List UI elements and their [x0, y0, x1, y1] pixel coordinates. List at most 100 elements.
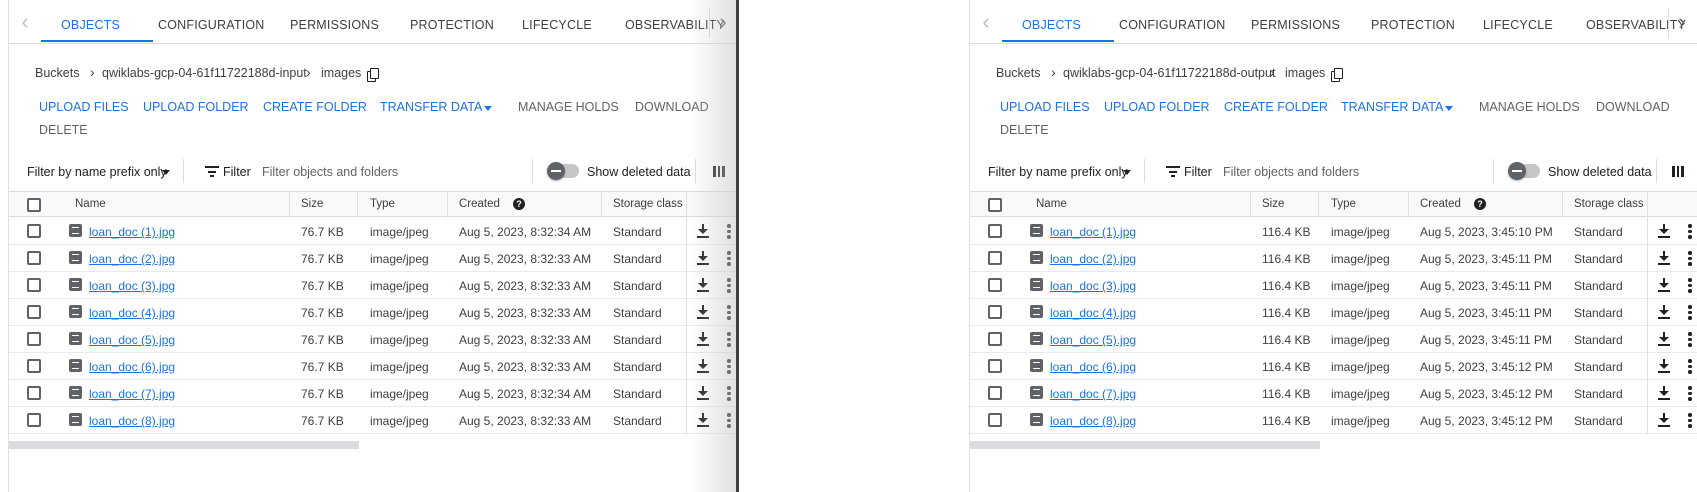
more-vert-icon[interactable] — [1688, 413, 1692, 428]
more-vert-icon[interactable] — [1688, 359, 1692, 374]
delete-button[interactable]: DELETE — [39, 123, 88, 137]
chevron-left-icon[interactable]: ‹ — [13, 11, 37, 36]
tab-protection[interactable]: PROTECTION — [410, 18, 494, 32]
row-checkbox[interactable] — [988, 413, 1002, 427]
chevron-left-icon[interactable]: ‹ — [974, 11, 998, 36]
upload-files-button[interactable]: UPLOAD FILES — [1000, 100, 1090, 114]
breadcrumb-bucket-link[interactable]: qwiklabs-gcp-04-61f11722188d-input — [102, 66, 307, 80]
upload-folder-button[interactable]: UPLOAD FOLDER — [1104, 100, 1210, 114]
row-checkbox[interactable] — [27, 305, 41, 319]
download-icon[interactable] — [696, 305, 710, 320]
download-icon[interactable] — [696, 224, 710, 239]
row-checkbox[interactable] — [27, 251, 41, 265]
help-icon[interactable]: ? — [513, 198, 525, 210]
row-checkbox[interactable] — [988, 332, 1002, 346]
breadcrumb-bucket-link[interactable]: qwiklabs-gcp-04-61f11722188d-output — [1063, 66, 1275, 80]
table-row[interactable]: loan_doc (5).jpg 116.4 KB image/jpeg Aug 5,… — [970, 326, 1697, 353]
horizontal-scrollbar[interactable] — [970, 441, 1320, 449]
more-vert-icon[interactable] — [1688, 278, 1692, 293]
more-vert-icon[interactable] — [727, 332, 731, 347]
table-row[interactable]: loan_doc (2).jpg 76.7 KB image/jpeg Aug 5, … — [9, 245, 738, 272]
row-checkbox[interactable] — [988, 251, 1002, 265]
table-row[interactable]: loan_doc (4).jpg 116.4 KB image/jpeg Aug 5,… — [970, 299, 1697, 326]
table-row[interactable]: loan_doc (1).jpg 76.7 KB image/jpeg Aug 5, … — [9, 218, 738, 245]
download-icon[interactable] — [1657, 386, 1671, 401]
upload-folder-button[interactable]: UPLOAD FOLDER — [143, 100, 249, 114]
table-row[interactable]: loan_doc (3).jpg 76.7 KB image/jpeg Aug 5, … — [9, 272, 738, 299]
row-checkbox[interactable] — [988, 305, 1002, 319]
row-checkbox[interactable] — [988, 278, 1002, 292]
column-header-storage-class[interactable]: Storage class — [1574, 198, 1644, 210]
more-vert-icon[interactable] — [1688, 224, 1692, 239]
object-name-link[interactable]: loan_doc (7).jpg — [89, 387, 175, 401]
object-name-link[interactable]: loan_doc (3).jpg — [89, 279, 175, 293]
object-name-link[interactable]: loan_doc (8).jpg — [1050, 414, 1136, 428]
horizontal-scrollbar[interactable] — [9, 441, 359, 449]
copy-icon[interactable] — [1331, 68, 1343, 82]
column-header-name[interactable]: Name — [75, 198, 106, 210]
row-checkbox[interactable] — [27, 278, 41, 292]
chevron-right-icon[interactable]: › — [711, 11, 735, 36]
download-button[interactable]: DOWNLOAD — [635, 100, 709, 114]
show-deleted-toggle[interactable] — [1508, 162, 1540, 180]
column-header-size[interactable]: Size — [301, 198, 323, 210]
download-icon[interactable] — [1657, 332, 1671, 347]
breadcrumb-buckets-link[interactable]: Buckets — [35, 66, 79, 80]
table-row[interactable]: loan_doc (6).jpg 76.7 KB image/jpeg Aug 5, … — [9, 353, 738, 380]
object-name-link[interactable]: loan_doc (8).jpg — [89, 414, 175, 428]
table-row[interactable]: loan_doc (7).jpg 116.4 KB image/jpeg Aug 5,… — [970, 380, 1697, 407]
show-deleted-toggle[interactable] — [547, 162, 579, 180]
more-vert-icon[interactable] — [727, 251, 731, 266]
download-button[interactable]: DOWNLOAD — [1596, 100, 1670, 114]
manage-holds-button[interactable]: MANAGE HOLDS — [1479, 100, 1580, 114]
download-icon[interactable] — [1657, 251, 1671, 266]
object-name-link[interactable]: loan_doc (6).jpg — [1050, 360, 1136, 374]
more-vert-icon[interactable] — [727, 278, 731, 293]
download-icon[interactable] — [1657, 305, 1671, 320]
more-vert-icon[interactable] — [1688, 386, 1692, 401]
tab-lifecycle[interactable]: LIFECYCLE — [1483, 18, 1553, 32]
tab-lifecycle[interactable]: LIFECYCLE — [522, 18, 592, 32]
more-vert-icon[interactable] — [727, 224, 731, 239]
table-row[interactable]: loan_doc (2).jpg 116.4 KB image/jpeg Aug 5,… — [970, 245, 1697, 272]
tab-configuration[interactable]: CONFIGURATION — [158, 18, 265, 32]
table-row[interactable]: loan_doc (8).jpg 116.4 KB image/jpeg Aug 5,… — [970, 407, 1697, 434]
select-all-checkbox[interactable] — [988, 198, 1002, 212]
object-name-link[interactable]: loan_doc (2).jpg — [1050, 252, 1136, 266]
download-icon[interactable] — [1657, 278, 1671, 293]
more-vert-icon[interactable] — [727, 359, 731, 374]
prefix-filter-select[interactable]: Filter by name prefix only — [27, 165, 167, 179]
download-icon[interactable] — [1657, 359, 1671, 374]
more-vert-icon[interactable] — [1688, 332, 1692, 347]
row-checkbox[interactable] — [27, 332, 41, 346]
row-checkbox[interactable] — [27, 386, 41, 400]
transfer-data-button[interactable]: TRANSFER DATA — [380, 100, 482, 114]
tab-configuration[interactable]: CONFIGURATION — [1119, 18, 1226, 32]
filter-label[interactable]: Filter — [223, 165, 251, 179]
create-folder-button[interactable]: CREATE FOLDER — [263, 100, 367, 114]
column-header-created[interactable]: Created — [459, 198, 500, 210]
object-name-link[interactable]: loan_doc (6).jpg — [89, 360, 175, 374]
object-name-link[interactable]: loan_doc (1).jpg — [1050, 225, 1136, 239]
more-vert-icon[interactable] — [1688, 305, 1692, 320]
object-name-link[interactable]: loan_doc (2).jpg — [89, 252, 175, 266]
column-header-type[interactable]: Type — [370, 198, 395, 210]
row-checkbox[interactable] — [988, 386, 1002, 400]
download-icon[interactable] — [1657, 224, 1671, 239]
delete-button[interactable]: DELETE — [1000, 123, 1049, 137]
table-row[interactable]: loan_doc (7).jpg 76.7 KB image/jpeg Aug 5, … — [9, 380, 738, 407]
tab-protection[interactable]: PROTECTION — [1371, 18, 1455, 32]
filter-label[interactable]: Filter — [1184, 165, 1212, 179]
upload-files-button[interactable]: UPLOAD FILES — [39, 100, 129, 114]
filter-objects-input[interactable]: Filter objects and folders — [262, 165, 532, 179]
row-checkbox[interactable] — [27, 359, 41, 373]
column-display-icon[interactable] — [713, 166, 725, 177]
create-folder-button[interactable]: CREATE FOLDER — [1224, 100, 1328, 114]
object-name-link[interactable]: loan_doc (3).jpg — [1050, 279, 1136, 293]
download-icon[interactable] — [696, 251, 710, 266]
column-header-type[interactable]: Type — [1331, 198, 1356, 210]
select-all-checkbox[interactable] — [27, 198, 41, 212]
column-header-storage-class[interactable]: Storage class — [613, 198, 683, 210]
table-row[interactable]: loan_doc (1).jpg 116.4 KB image/jpeg Aug 5,… — [970, 218, 1697, 245]
tab-objects[interactable]: OBJECTS — [1022, 18, 1081, 32]
